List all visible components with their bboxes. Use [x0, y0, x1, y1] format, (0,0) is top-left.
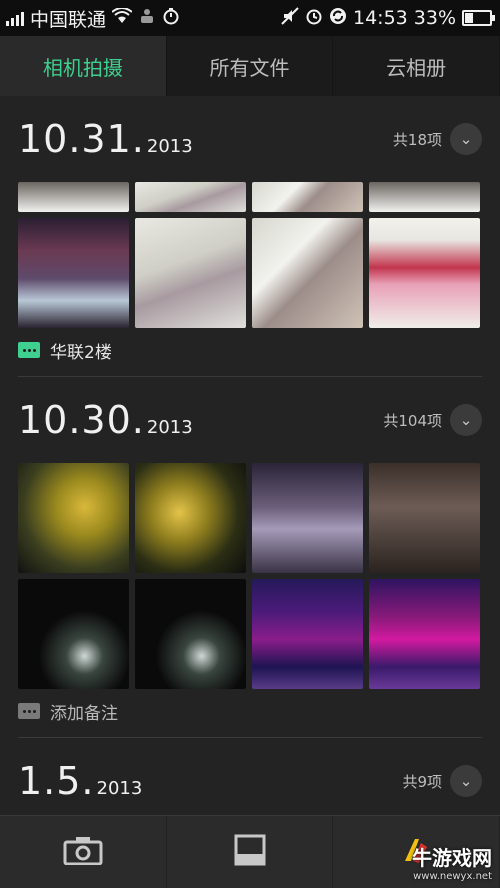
- photo-thumbnail[interactable]: [135, 463, 246, 573]
- add-note-label: 添加备注: [50, 703, 118, 724]
- tab-all-files[interactable]: 所有文件: [167, 36, 334, 96]
- comment-icon: [18, 342, 40, 358]
- time-label: 14:53: [353, 7, 408, 29]
- status-bar: 中国联通 14:53 33%: [0, 0, 500, 36]
- note-row[interactable]: 华联2楼: [18, 328, 482, 372]
- photo-thumbnail[interactable]: [135, 579, 246, 689]
- year-label: 2013: [146, 135, 193, 157]
- mute-icon: [281, 6, 299, 30]
- chevron-down-icon[interactable]: ⌄: [450, 765, 482, 797]
- battery-icon: [462, 10, 495, 26]
- site-watermark: 牛游戏网 www.newyx.net: [412, 842, 492, 882]
- date-label: 10.31.: [18, 117, 145, 161]
- usb-debug-icon: [138, 7, 156, 30]
- camera-button[interactable]: [0, 816, 167, 888]
- battery-percent: 33%: [413, 7, 456, 29]
- year-label: 2013: [96, 777, 143, 799]
- date-header: 1.5. 2013 共9项 ⌄: [18, 738, 482, 816]
- photo-thumbnail[interactable]: [135, 218, 246, 328]
- item-count: 共9项: [402, 772, 442, 791]
- photo-thumbnail[interactable]: [252, 579, 363, 689]
- item-count: 共104项: [383, 411, 442, 430]
- photo-thumbnail[interactable]: [18, 463, 129, 573]
- chevron-down-icon[interactable]: ⌄: [450, 404, 482, 436]
- tab-bar: 相机拍摄 所有文件 云相册: [0, 36, 500, 96]
- photo-thumbnail[interactable]: [18, 218, 129, 328]
- date-section: 10.30. 2013 共104项 ⌄ 添加备注: [0, 377, 500, 733]
- tab-camera[interactable]: 相机拍摄: [0, 36, 167, 96]
- comment-icon: [18, 703, 40, 719]
- photo-thumbnail[interactable]: [18, 579, 129, 689]
- photo-grid: [18, 182, 482, 328]
- carrier-label: 中国联通: [30, 8, 107, 31]
- photo-thumbnail[interactable]: [252, 218, 363, 328]
- photo-thumbnail[interactable]: [369, 218, 480, 328]
- note-text: 华联2楼: [50, 342, 112, 363]
- date-label: 10.30.: [18, 398, 145, 442]
- year-label: 2013: [146, 416, 193, 438]
- add-note-row[interactable]: 添加备注: [18, 689, 482, 733]
- photo-grid: [18, 463, 482, 689]
- alarm-icon: [305, 7, 323, 30]
- wifi-icon: [111, 7, 133, 29]
- chevron-down-icon[interactable]: ⌄: [450, 123, 482, 155]
- gallery-content[interactable]: 10.31. 2013 共18项 ⌄ 华联2楼 10.30. 2013 共104…: [0, 96, 500, 816]
- tab-cloud-album[interactable]: 云相册: [333, 36, 500, 96]
- item-count: 共18项: [392, 130, 442, 149]
- photo-thumbnail[interactable]: [252, 182, 363, 212]
- album-icon: [234, 834, 266, 870]
- watermark-brand: 牛游戏网: [412, 846, 492, 870]
- watermark-url: www.newyx.net: [413, 871, 492, 882]
- date-header: 10.30. 2013 共104项 ⌄: [18, 377, 482, 463]
- signal-icon: [6, 10, 24, 26]
- date-label: 1.5.: [18, 759, 95, 803]
- photo-thumbnail[interactable]: [369, 579, 480, 689]
- album-button[interactable]: [167, 816, 334, 888]
- date-section: 10.31. 2013 共18项 ⌄ 华联2楼: [0, 96, 500, 372]
- timer-icon: [162, 7, 180, 30]
- photo-thumbnail[interactable]: [252, 463, 363, 573]
- camera-icon: [63, 835, 103, 869]
- date-header: 10.31. 2013 共18项 ⌄: [18, 96, 482, 182]
- sync-icon: [329, 7, 347, 30]
- bottom-toolbar: 牛游戏网 www.newyx.net: [0, 815, 500, 888]
- date-section: 1.5. 2013 共9项 ⌄: [0, 738, 500, 816]
- photo-thumbnail[interactable]: [369, 463, 480, 573]
- photo-thumbnail[interactable]: [135, 182, 246, 212]
- photo-thumbnail[interactable]: [369, 182, 480, 212]
- photo-thumbnail[interactable]: [18, 182, 129, 212]
